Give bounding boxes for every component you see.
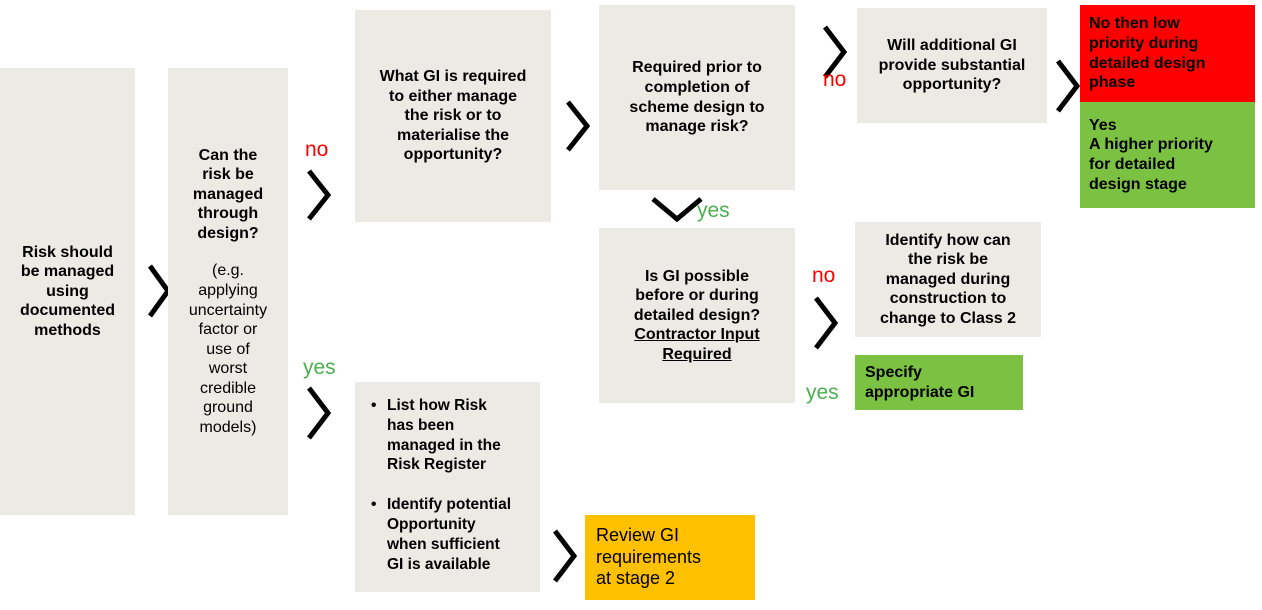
note-line-8: models) [199,418,257,436]
node-identify-how-can: Identify how can the risk be managed dur… [855,222,1041,337]
node-can-risk-be-managed: Can the risk be managed through design? … [168,68,288,515]
bullet-1-line-3: GI is available [387,555,491,573]
node-what-gi-line-3: materialise the [396,126,510,144]
node-is-gi-line-0: Is GI possible [644,267,750,285]
edge-label-yes-1: yes [697,199,730,222]
bullet-0-line-2: managed in the [387,436,501,454]
note-line-4: use of [206,340,250,358]
node-identify-line-1: the risk be [907,251,989,269]
node-review-line-0: Review GI [596,524,680,545]
node-identify-line-3: construction to [889,290,1007,308]
list-item: • List how Risk has been managed in the … [371,396,530,475]
chevron-right-icon-whatgi-to-requiredprior [562,99,594,153]
node-required-prior-line-1: completion of [644,78,750,96]
node-start-line-0: Risk should [22,243,113,261]
node-required-prior-line-0: Required prior to [632,59,762,77]
note-line-1: applying [198,281,258,299]
node-identify-line-4: change to Class 2 [879,309,1017,327]
node-start-line-4: methods [34,321,101,339]
bullet-1-line-0: Identify potential [387,496,511,514]
node-no-then-low-priority: No then low priority during detailed des… [1080,5,1255,102]
node-will-additional-gi-line-0: Will additional GI [887,37,1017,55]
node-review-line-2: at stage 2 [596,568,676,589]
node-what-gi-line-2: the risk or to [404,107,502,125]
note-line-3: factor or [198,321,258,339]
node-review-gi-stage2: Review GI requirements at stage 2 [585,515,755,600]
chevron-right-icon-to-review-gi [549,528,581,584]
q-line-1: risk be [202,166,254,184]
note-line-0: (e.g. [211,262,244,280]
node-review-line-1: requirements [596,546,702,567]
q-line-3: through [197,205,259,223]
node-required-prior-line-2: scheme design to [629,98,765,116]
node-start-line-3: documented [19,302,116,320]
node-red-line-0: No then low [1089,15,1180,33]
note-line-2: uncertainty [188,301,268,319]
node-is-gi-line-1: before or during [635,287,759,305]
chevron-down-icon-yes-1 [650,195,704,225]
node-identify-line-0: Identify how can [885,231,1011,249]
node-start-line-1: be managed [20,263,115,281]
node-required-prior-line-3: manage risk? [645,118,749,136]
node-can-risk-be-managed-question: Can the risk be managed through design? [193,146,263,244]
node-red-line-2: detailed design [1089,54,1206,72]
bullet-0-line-1: has been [387,416,455,434]
risk-register-actions-list: • List how Risk has been managed in the … [369,396,530,575]
edge-label-yes-3: yes [303,356,336,379]
edge-label-no-3: no [812,264,836,287]
q-line-0: Can the [198,146,258,164]
node-will-additional-gi: Will additional GI provide substantial o… [857,8,1047,123]
node-yes-higher-priority: Yes A higher priority for detailed desig… [1080,102,1255,208]
edge-label-no-1: no [305,138,329,161]
node-start: Risk should be managed using documented … [0,68,135,515]
q-line-4: design? [197,224,259,242]
node-is-gi-line-2: detailed design? [633,306,761,324]
node-can-risk-be-managed-note: (e.g. applying uncertainty factor or use… [189,261,267,437]
node-required-prior: Required prior to completion of scheme d… [599,5,795,190]
node-green-line-1: A higher priority [1089,136,1213,154]
edge-label-yes-2: yes [806,381,839,404]
node-risk-register-actions: • List how Risk has been managed in the … [355,382,540,592]
note-line-5: worst [208,360,248,378]
bullet-dot-icon: • [371,496,377,514]
bullet-0-line-0: List how Risk [387,397,487,414]
node-will-additional-gi-line-2: opportunity? [902,76,1002,94]
node-red-line-1: priority during [1089,34,1199,52]
node-is-gi-underline-0: Contractor Input [634,326,760,344]
node-will-additional-gi-line-1: provide substantial [878,56,1026,74]
chevron-right-icon-no-1 [303,168,335,222]
bullet-1-line-2: when sufficient [387,535,500,553]
node-specify-appropriate-gi: Specify appropriate GI [855,355,1023,410]
node-green-line-0: Yes [1089,116,1117,134]
node-what-gi-line-0: What GI is required [379,68,527,86]
node-green-line-3: design stage [1089,175,1187,193]
note-line-6: credible [199,379,256,397]
node-is-gi-possible: Is GI possible before or during detailed… [599,228,795,403]
list-item: • Identify potential Opportunity when su… [371,495,530,574]
bullet-1-line-1: Opportunity [387,516,476,534]
node-specify-line-0: Specify [865,363,922,381]
chevron-right-icon-yes-3 [303,385,335,441]
node-specify-line-1: appropriate GI [865,383,975,401]
node-start-line-2: using [46,282,89,300]
node-green-line-2: for detailed [1089,156,1176,173]
q-line-2: managed [192,185,264,203]
node-red-line-3: phase [1089,74,1136,92]
edge-label-no-2: no [823,68,847,91]
node-identify-line-2: managed during [885,270,1011,288]
bullet-dot-icon: • [371,397,377,414]
node-what-gi-required: What GI is required to either manage the… [355,10,551,222]
node-is-gi-underline-1: Required [662,345,732,363]
note-line-7: ground [203,399,253,417]
chevron-right-icon-no-3 [810,295,842,351]
bullet-0-line-3: Risk Register [387,456,487,474]
node-what-gi-line-1: to either manage [388,87,518,105]
flowchart-canvas: Risk should be managed using documented … [0,0,1262,610]
node-what-gi-line-4: opportunity? [403,146,503,164]
